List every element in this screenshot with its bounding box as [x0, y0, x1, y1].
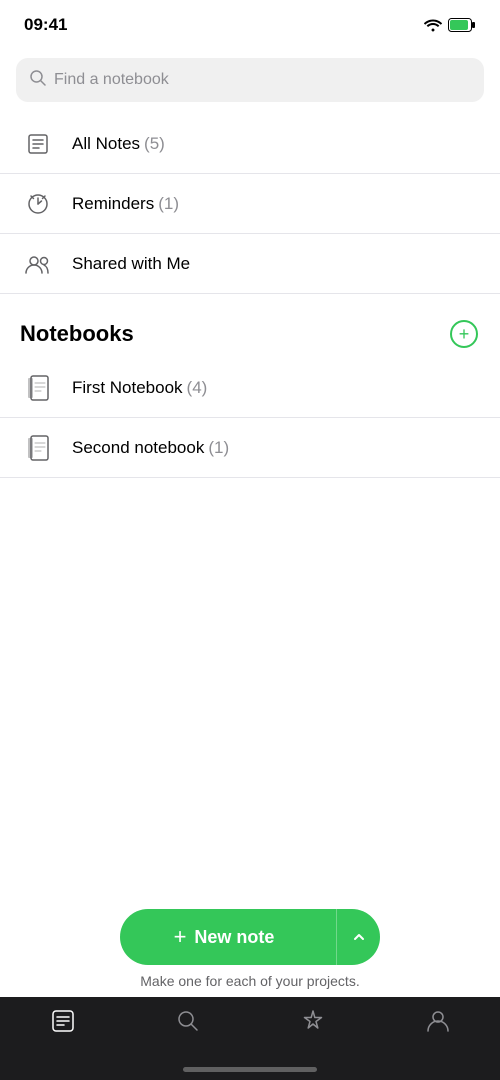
- nav-item-all-notes[interactable]: All Notes (5): [0, 114, 500, 174]
- reminders-count: (1): [158, 194, 179, 214]
- notebook-icon-second: [20, 430, 56, 466]
- search-placeholder: Find a notebook: [54, 71, 169, 89]
- second-notebook-label: Second notebook: [72, 438, 204, 458]
- tab-notes[interactable]: [0, 1007, 125, 1035]
- tab-account-icon: [424, 1007, 452, 1035]
- new-note-button[interactable]: + New note: [120, 909, 380, 965]
- add-circle-icon: +: [450, 320, 478, 348]
- search-container: Find a notebook: [0, 50, 500, 114]
- new-note-plus-icon: +: [174, 924, 187, 950]
- tab-search-icon: [174, 1007, 202, 1035]
- bottom-area: + New note Make one for each of your pro…: [0, 893, 500, 1080]
- new-note-label: New note: [194, 927, 274, 948]
- notebook-item-first[interactable]: First Notebook (4): [0, 358, 500, 418]
- notebooks-list: First Notebook (4) Second notebook (1): [0, 358, 500, 478]
- tab-shortcuts-icon: [299, 1007, 327, 1035]
- status-time: 09:41: [24, 15, 67, 35]
- tab-search[interactable]: [125, 1007, 250, 1035]
- tab-account[interactable]: [375, 1007, 500, 1035]
- nav-list: All Notes (5) Reminders (1) Shared: [0, 114, 500, 294]
- new-note-hint: Make one for each of your projects.: [140, 973, 359, 989]
- first-notebook-count: (4): [187, 378, 208, 398]
- shared-with-me-icon: [20, 246, 56, 282]
- search-icon: [30, 70, 46, 91]
- all-notes-label: All Notes: [72, 134, 140, 154]
- search-bar[interactable]: Find a notebook: [16, 58, 484, 102]
- notebooks-section-header: Notebooks +: [0, 294, 500, 358]
- notebook-item-second[interactable]: Second notebook (1): [0, 418, 500, 478]
- status-icons: [424, 18, 476, 32]
- all-notes-count: (5): [144, 134, 165, 154]
- new-note-btn-left: + New note: [120, 924, 328, 950]
- reminders-label: Reminders: [72, 194, 154, 214]
- nav-item-shared-with-me[interactable]: Shared with Me: [0, 234, 500, 294]
- nav-item-reminders[interactable]: Reminders (1): [0, 174, 500, 234]
- tab-notes-icon: [49, 1007, 77, 1035]
- second-notebook-count: (1): [208, 438, 229, 458]
- new-note-area: + New note Make one for each of your pro…: [0, 893, 500, 997]
- status-bar: 09:41: [0, 0, 500, 50]
- battery-icon: [448, 18, 476, 32]
- notebook-icon-first: [20, 370, 56, 406]
- home-indicator: [183, 1067, 317, 1072]
- new-note-chevron-icon[interactable]: [336, 909, 380, 965]
- shared-with-me-label: Shared with Me: [72, 254, 190, 274]
- reminders-icon: [20, 186, 56, 222]
- wifi-icon: [424, 18, 442, 32]
- first-notebook-label: First Notebook: [72, 378, 183, 398]
- add-notebook-button[interactable]: +: [448, 318, 480, 350]
- notebooks-title: Notebooks: [20, 321, 134, 347]
- all-notes-icon: [20, 126, 56, 162]
- tab-shortcuts[interactable]: [250, 1007, 375, 1035]
